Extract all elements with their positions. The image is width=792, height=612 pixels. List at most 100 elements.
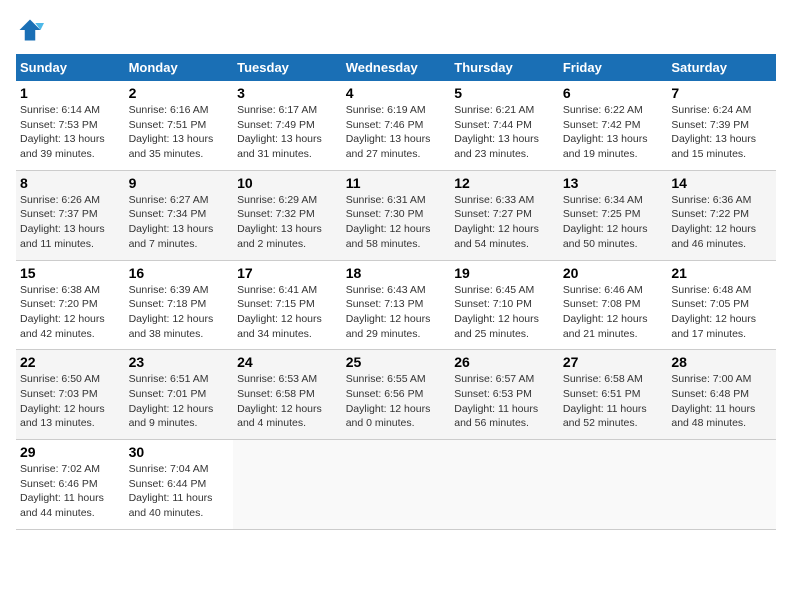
calendar-cell: 19 Sunrise: 6:45 AMSunset: 7:10 PMDaylig… xyxy=(450,260,559,350)
day-info: Sunrise: 6:19 AMSunset: 7:46 PMDaylight:… xyxy=(346,104,431,160)
day-info: Sunrise: 6:33 AMSunset: 7:27 PMDaylight:… xyxy=(454,194,539,250)
day-info: Sunrise: 6:41 AMSunset: 7:15 PMDaylight:… xyxy=(237,284,322,340)
day-info: Sunrise: 6:16 AMSunset: 7:51 PMDaylight:… xyxy=(129,104,214,160)
day-info: Sunrise: 6:14 AMSunset: 7:53 PMDaylight:… xyxy=(20,104,105,160)
calendar-week-3: 22 Sunrise: 6:50 AMSunset: 7:03 PMDaylig… xyxy=(16,350,776,440)
calendar-cell xyxy=(559,440,668,530)
day-info: Sunrise: 6:21 AMSunset: 7:44 PMDaylight:… xyxy=(454,104,539,160)
calendar-cell: 9 Sunrise: 6:27 AMSunset: 7:34 PMDayligh… xyxy=(125,170,234,260)
calendar-cell: 12 Sunrise: 6:33 AMSunset: 7:27 PMDaylig… xyxy=(450,170,559,260)
day-number: 1 xyxy=(20,85,121,101)
calendar-cell: 11 Sunrise: 6:31 AMSunset: 7:30 PMDaylig… xyxy=(342,170,451,260)
column-header-monday: Monday xyxy=(125,54,234,81)
calendar-cell: 22 Sunrise: 6:50 AMSunset: 7:03 PMDaylig… xyxy=(16,350,125,440)
day-number: 20 xyxy=(563,265,664,281)
calendar-cell: 29 Sunrise: 7:02 AMSunset: 6:46 PMDaylig… xyxy=(16,440,125,530)
day-info: Sunrise: 6:22 AMSunset: 7:42 PMDaylight:… xyxy=(563,104,648,160)
day-info: Sunrise: 6:31 AMSunset: 7:30 PMDaylight:… xyxy=(346,194,431,250)
column-header-wednesday: Wednesday xyxy=(342,54,451,81)
calendar-cell: 13 Sunrise: 6:34 AMSunset: 7:25 PMDaylig… xyxy=(559,170,668,260)
calendar-cell: 10 Sunrise: 6:29 AMSunset: 7:32 PMDaylig… xyxy=(233,170,342,260)
day-number: 29 xyxy=(20,444,121,460)
column-header-thursday: Thursday xyxy=(450,54,559,81)
column-header-tuesday: Tuesday xyxy=(233,54,342,81)
calendar-cell: 16 Sunrise: 6:39 AMSunset: 7:18 PMDaylig… xyxy=(125,260,234,350)
day-number: 19 xyxy=(454,265,555,281)
logo-icon xyxy=(16,16,44,44)
column-header-friday: Friday xyxy=(559,54,668,81)
calendar-cell: 28 Sunrise: 7:00 AMSunset: 6:48 PMDaylig… xyxy=(667,350,776,440)
calendar-cell: 21 Sunrise: 6:48 AMSunset: 7:05 PMDaylig… xyxy=(667,260,776,350)
day-info: Sunrise: 6:55 AMSunset: 6:56 PMDaylight:… xyxy=(346,373,431,429)
day-number: 26 xyxy=(454,354,555,370)
day-info: Sunrise: 6:38 AMSunset: 7:20 PMDaylight:… xyxy=(20,284,105,340)
day-info: Sunrise: 6:17 AMSunset: 7:49 PMDaylight:… xyxy=(237,104,322,160)
day-number: 28 xyxy=(671,354,772,370)
calendar-cell: 5 Sunrise: 6:21 AMSunset: 7:44 PMDayligh… xyxy=(450,81,559,170)
calendar-cell: 26 Sunrise: 6:57 AMSunset: 6:53 PMDaylig… xyxy=(450,350,559,440)
calendar-cell: 23 Sunrise: 6:51 AMSunset: 7:01 PMDaylig… xyxy=(125,350,234,440)
day-number: 27 xyxy=(563,354,664,370)
day-info: Sunrise: 7:02 AMSunset: 6:46 PMDaylight:… xyxy=(20,463,104,519)
calendar-cell xyxy=(342,440,451,530)
calendar-table: SundayMondayTuesdayWednesdayThursdayFrid… xyxy=(16,54,776,530)
day-number: 5 xyxy=(454,85,555,101)
day-info: Sunrise: 6:29 AMSunset: 7:32 PMDaylight:… xyxy=(237,194,322,250)
day-info: Sunrise: 6:26 AMSunset: 7:37 PMDaylight:… xyxy=(20,194,105,250)
day-number: 25 xyxy=(346,354,447,370)
day-number: 6 xyxy=(563,85,664,101)
day-number: 2 xyxy=(129,85,230,101)
calendar-cell: 24 Sunrise: 6:53 AMSunset: 6:58 PMDaylig… xyxy=(233,350,342,440)
day-info: Sunrise: 6:50 AMSunset: 7:03 PMDaylight:… xyxy=(20,373,105,429)
day-info: Sunrise: 7:00 AMSunset: 6:48 PMDaylight:… xyxy=(671,373,755,429)
calendar-week-2: 15 Sunrise: 6:38 AMSunset: 7:20 PMDaylig… xyxy=(16,260,776,350)
day-info: Sunrise: 6:53 AMSunset: 6:58 PMDaylight:… xyxy=(237,373,322,429)
day-number: 7 xyxy=(671,85,772,101)
calendar-cell: 6 Sunrise: 6:22 AMSunset: 7:42 PMDayligh… xyxy=(559,81,668,170)
calendar-cell: 1 Sunrise: 6:14 AMSunset: 7:53 PMDayligh… xyxy=(16,81,125,170)
calendar-cell: 17 Sunrise: 6:41 AMSunset: 7:15 PMDaylig… xyxy=(233,260,342,350)
day-info: Sunrise: 6:24 AMSunset: 7:39 PMDaylight:… xyxy=(671,104,756,160)
day-number: 15 xyxy=(20,265,121,281)
logo xyxy=(16,16,48,44)
column-header-sunday: Sunday xyxy=(16,54,125,81)
calendar-cell: 15 Sunrise: 6:38 AMSunset: 7:20 PMDaylig… xyxy=(16,260,125,350)
calendar-cell xyxy=(667,440,776,530)
day-number: 22 xyxy=(20,354,121,370)
calendar-cell: 20 Sunrise: 6:46 AMSunset: 7:08 PMDaylig… xyxy=(559,260,668,350)
calendar-cell: 18 Sunrise: 6:43 AMSunset: 7:13 PMDaylig… xyxy=(342,260,451,350)
calendar-cell: 27 Sunrise: 6:58 AMSunset: 6:51 PMDaylig… xyxy=(559,350,668,440)
calendar-cell xyxy=(450,440,559,530)
column-header-saturday: Saturday xyxy=(667,54,776,81)
day-number: 13 xyxy=(563,175,664,191)
day-number: 30 xyxy=(129,444,230,460)
calendar-week-4: 29 Sunrise: 7:02 AMSunset: 6:46 PMDaylig… xyxy=(16,440,776,530)
calendar-cell: 14 Sunrise: 6:36 AMSunset: 7:22 PMDaylig… xyxy=(667,170,776,260)
day-info: Sunrise: 6:45 AMSunset: 7:10 PMDaylight:… xyxy=(454,284,539,340)
day-number: 10 xyxy=(237,175,338,191)
day-info: Sunrise: 6:46 AMSunset: 7:08 PMDaylight:… xyxy=(563,284,648,340)
day-info: Sunrise: 6:27 AMSunset: 7:34 PMDaylight:… xyxy=(129,194,214,250)
day-number: 12 xyxy=(454,175,555,191)
day-number: 24 xyxy=(237,354,338,370)
day-info: Sunrise: 6:48 AMSunset: 7:05 PMDaylight:… xyxy=(671,284,756,340)
day-number: 11 xyxy=(346,175,447,191)
day-number: 18 xyxy=(346,265,447,281)
day-info: Sunrise: 6:43 AMSunset: 7:13 PMDaylight:… xyxy=(346,284,431,340)
day-info: Sunrise: 6:34 AMSunset: 7:25 PMDaylight:… xyxy=(563,194,648,250)
calendar-cell: 7 Sunrise: 6:24 AMSunset: 7:39 PMDayligh… xyxy=(667,81,776,170)
day-number: 14 xyxy=(671,175,772,191)
day-number: 8 xyxy=(20,175,121,191)
day-info: Sunrise: 6:51 AMSunset: 7:01 PMDaylight:… xyxy=(129,373,214,429)
calendar-cell: 3 Sunrise: 6:17 AMSunset: 7:49 PMDayligh… xyxy=(233,81,342,170)
day-number: 21 xyxy=(671,265,772,281)
day-number: 23 xyxy=(129,354,230,370)
calendar-cell xyxy=(233,440,342,530)
day-number: 16 xyxy=(129,265,230,281)
day-number: 4 xyxy=(346,85,447,101)
day-info: Sunrise: 6:36 AMSunset: 7:22 PMDaylight:… xyxy=(671,194,756,250)
calendar-cell: 30 Sunrise: 7:04 AMSunset: 6:44 PMDaylig… xyxy=(125,440,234,530)
calendar-cell: 25 Sunrise: 6:55 AMSunset: 6:56 PMDaylig… xyxy=(342,350,451,440)
calendar-week-1: 8 Sunrise: 6:26 AMSunset: 7:37 PMDayligh… xyxy=(16,170,776,260)
day-number: 3 xyxy=(237,85,338,101)
